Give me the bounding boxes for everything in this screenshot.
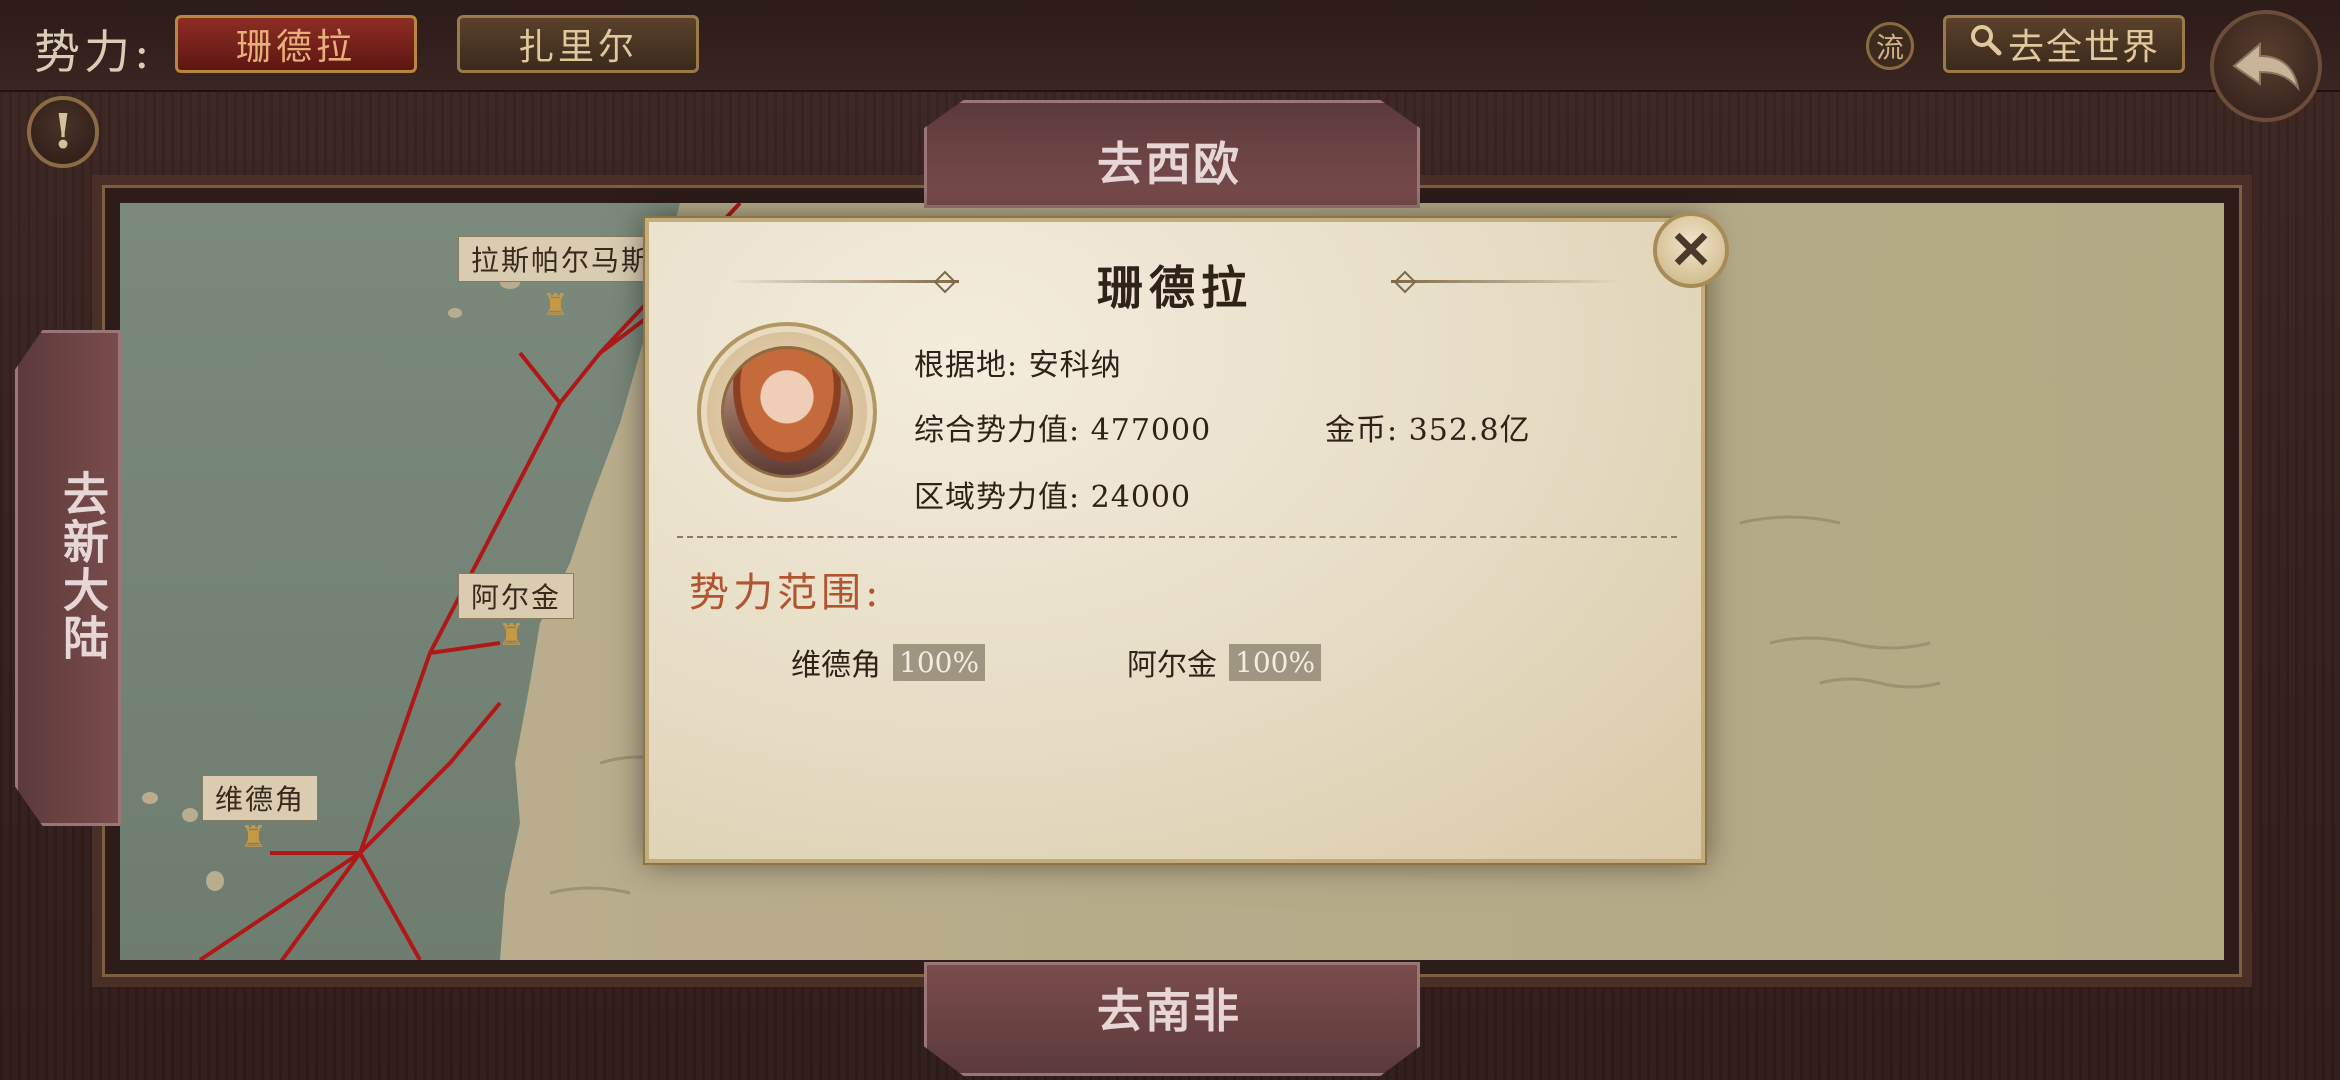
range-item-percent: 100%: [893, 643, 986, 681]
warning-button[interactable]: !: [27, 96, 99, 168]
exclamation-icon: !: [52, 104, 74, 160]
avatar[interactable]: [721, 346, 853, 478]
back-arrow-icon: [2232, 41, 2300, 92]
map-label-arguin[interactable]: 阿尔金: [458, 573, 575, 619]
close-icon: ✕: [1669, 219, 1713, 281]
faction-label: 势力:: [34, 25, 154, 79]
base-label: 根据地:: [914, 348, 1019, 383]
nav-south-africa-label: 去南非: [1097, 984, 1241, 1038]
range-item-percent: 100%: [1229, 643, 1322, 681]
range-item[interactable]: 维德角 100%: [791, 640, 986, 684]
faction-info-popup: 珊德拉 ✕ 根据地: 安科纳 综合势力值: 477000 金币: 352.8亿 …: [645, 212, 1729, 863]
liu-button[interactable]: 流: [1866, 22, 1914, 70]
power-row: 综合势力值: 477000: [914, 405, 1211, 449]
region-row: 区域势力值: 24000: [914, 472, 1191, 516]
popup-title: 珊德拉: [1097, 261, 1253, 315]
map-label-cape-verde[interactable]: 维德角: [202, 775, 319, 821]
gold-label: 金币:: [1325, 413, 1399, 448]
base-value: 安科纳: [1028, 348, 1122, 383]
base-row: 根据地: 安科纳: [914, 340, 1122, 384]
power-value: 477000: [1090, 413, 1212, 448]
map-label-las-palmas[interactable]: 拉斯帕尔马斯: [458, 236, 665, 282]
faction-tab-zhalier[interactable]: 扎里尔: [457, 15, 699, 73]
nav-new-world-label: 去新大陆: [56, 470, 110, 662]
back-button[interactable]: [2210, 10, 2322, 122]
search-icon: [1968, 22, 2004, 67]
range-item[interactable]: 阿尔金 100%: [1127, 640, 1322, 684]
gold-value: 352.8亿: [1408, 413, 1531, 448]
region-label: 区域势力值:: [914, 480, 1081, 515]
title-ornament-right: [1391, 280, 1621, 283]
gold-row: 金币: 352.8亿: [1325, 405, 1531, 449]
range-title: 势力范围:: [689, 570, 883, 616]
range-item-name: 维德角: [791, 648, 881, 683]
town-icon[interactable]: ♜: [498, 621, 532, 651]
divider: [677, 536, 1677, 538]
close-button[interactable]: ✕: [1653, 212, 1729, 288]
town-icon[interactable]: ♜: [542, 291, 576, 321]
go-world-label: 去全世界: [2007, 27, 2160, 68]
faction-tab-shandela[interactable]: 珊德拉: [175, 15, 417, 73]
nav-west-europe-label: 去西欧: [1097, 137, 1241, 191]
town-icon[interactable]: ♜: [240, 823, 274, 853]
power-label: 综合势力值:: [914, 413, 1081, 448]
region-value: 24000: [1090, 480, 1192, 515]
range-item-name: 阿尔金: [1127, 648, 1217, 683]
go-world-button[interactable]: 去全世界: [1943, 15, 2185, 73]
